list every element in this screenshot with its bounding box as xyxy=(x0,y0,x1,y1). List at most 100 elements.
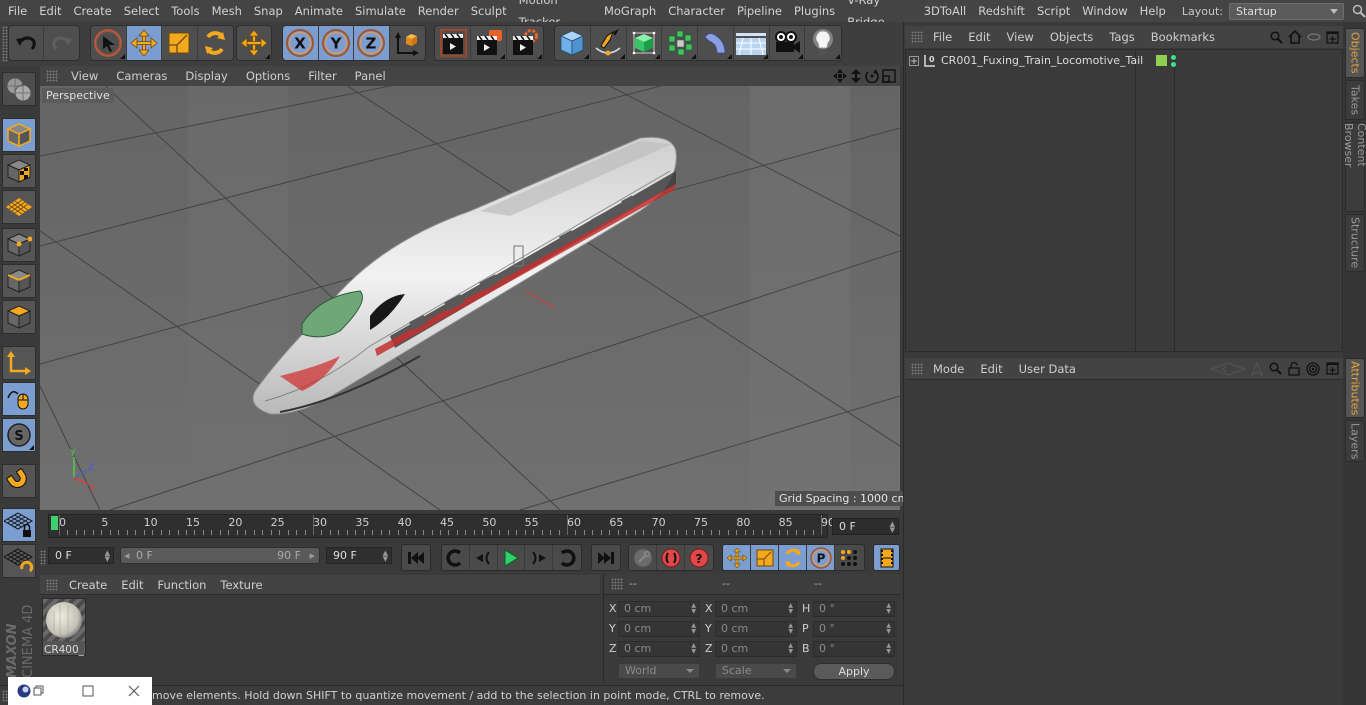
menu-window[interactable]: Window xyxy=(1076,0,1133,22)
make-editable-button[interactable] xyxy=(2,72,36,106)
x-axis-lock-button[interactable]: X xyxy=(283,26,319,60)
key-parameter-button[interactable]: P xyxy=(807,545,835,570)
object-menu-bookmarks[interactable]: Bookmarks xyxy=(1143,30,1223,44)
coordinate-system-button[interactable] xyxy=(390,26,425,60)
panel-grip-icon[interactable] xyxy=(911,362,923,375)
cube-button[interactable] xyxy=(555,26,591,60)
rotation-b-field[interactable]: 0 ° ▲ ▼ xyxy=(813,641,895,657)
tab-takes[interactable]: Takes xyxy=(1345,80,1365,120)
position-y-field[interactable]: 0 cm ▲ ▼ xyxy=(618,621,700,637)
object-name[interactable]: CR001_Fuxing_Train_Locomotive_Tail xyxy=(941,54,1143,67)
tab-layers[interactable]: Layers xyxy=(1345,420,1365,462)
menu-sculpt[interactable]: Sculpt xyxy=(465,0,513,22)
undo-button[interactable] xyxy=(9,26,45,60)
maximize-view-icon[interactable] xyxy=(882,69,896,83)
panel-grip-icon[interactable] xyxy=(46,578,58,591)
viewport-menu-cameras[interactable]: Cameras xyxy=(107,69,176,83)
snap-button[interactable] xyxy=(2,464,36,498)
material-item[interactable]: CR400_F xyxy=(42,598,86,656)
bend-deformer-button[interactable] xyxy=(698,26,734,60)
panel-grip-icon[interactable] xyxy=(611,578,623,590)
max-time-field[interactable]: 90 F ▲ ▼ xyxy=(326,547,392,564)
spinner-arrows-icon[interactable]: ▲ ▼ xyxy=(105,550,110,563)
viewport-menu-view[interactable]: View xyxy=(62,69,107,83)
panel-grip-icon[interactable] xyxy=(46,70,58,82)
expand-icon[interactable] xyxy=(909,55,919,66)
size-y-field[interactable]: 0 cm ▲ ▼ xyxy=(715,621,797,637)
pan-icon[interactable] xyxy=(833,69,847,83)
spinner-arrows-icon[interactable]: ▲ ▼ xyxy=(886,643,891,655)
current-frame-marker[interactable] xyxy=(51,516,58,530)
viewport-menu-panel[interactable]: Panel xyxy=(346,69,395,83)
menu-animate[interactable]: Animate xyxy=(289,0,349,22)
attribute-menu-mode[interactable]: Mode xyxy=(925,362,972,376)
coordinate-space-dropdown[interactable]: World xyxy=(618,663,700,679)
restore-icon[interactable] xyxy=(33,685,45,697)
axis-mode-button[interactable] xyxy=(2,346,36,380)
scale-tool-button[interactable] xyxy=(162,26,198,60)
workplane-lock-button[interactable] xyxy=(2,508,36,542)
model-mode-button[interactable] xyxy=(2,118,36,152)
next-frame-button[interactable] xyxy=(525,545,554,570)
polygons-mode-button[interactable] xyxy=(2,300,36,334)
range-right-arrow-icon[interactable]: ▸ xyxy=(309,548,315,563)
up-arrow-icon[interactable] xyxy=(1251,361,1263,376)
redo-button[interactable] xyxy=(44,26,79,60)
z-axis-lock-button[interactable]: Z xyxy=(354,26,390,60)
previous-frame-button[interactable] xyxy=(470,545,498,570)
dolly-icon[interactable] xyxy=(850,69,862,83)
pen-spline-button[interactable] xyxy=(591,26,627,60)
camera-button[interactable] xyxy=(770,26,806,60)
spinner-arrows-icon[interactable]: ▲ ▼ xyxy=(788,623,793,635)
menu-script[interactable]: Script xyxy=(1031,0,1076,22)
lock-icon[interactable] xyxy=(1288,361,1300,376)
recent-move-tool-button[interactable] xyxy=(237,26,271,60)
home-icon[interactable] xyxy=(1288,30,1302,44)
live-selection-button[interactable] xyxy=(91,26,127,60)
object-menu-view[interactable]: View xyxy=(999,30,1042,44)
render-view-button[interactable] xyxy=(435,26,471,60)
go-to-start-button[interactable] xyxy=(402,545,430,570)
viewport-menu-options[interactable]: Options xyxy=(237,69,299,83)
next-key-button[interactable] xyxy=(553,545,581,570)
range-left-arrow-icon[interactable]: ◂ xyxy=(124,548,130,563)
tab-objects[interactable]: Objects xyxy=(1345,28,1365,78)
menu-file[interactable]: File xyxy=(0,0,33,22)
menu-mograph[interactable]: MoGraph xyxy=(598,0,662,22)
rotation-h-field[interactable]: 0 ° ▲ ▼ xyxy=(813,601,895,617)
spinner-arrows-icon[interactable]: ▲ ▼ xyxy=(788,603,793,615)
back-arrow-icon[interactable] xyxy=(1211,361,1245,376)
render-settings-button[interactable] xyxy=(507,26,543,60)
search-icon[interactable] xyxy=(1269,362,1282,375)
rotate-tool-button[interactable] xyxy=(198,26,233,60)
object-menu-file[interactable]: File xyxy=(925,30,960,44)
spinner-arrows-icon[interactable]: ▲ ▼ xyxy=(691,643,696,655)
key-rotation-button[interactable] xyxy=(779,545,807,570)
spinner-arrows-icon[interactable]: ▲ ▼ xyxy=(886,603,891,615)
tab-content-browser[interactable]: Content Browser xyxy=(1342,122,1366,212)
object-menu-edit[interactable]: Edit xyxy=(960,30,998,44)
size-mode-dropdown[interactable]: Scale xyxy=(715,663,797,679)
link-icon[interactable] xyxy=(1307,32,1321,42)
panel-grip-icon[interactable] xyxy=(40,550,46,566)
min-time-field[interactable]: 0 F ▲ ▼ xyxy=(48,547,114,564)
key-pla-button[interactable] xyxy=(835,545,863,570)
menu-select[interactable]: Select xyxy=(118,0,165,22)
move-tool-button[interactable] xyxy=(126,26,162,60)
orbit-icon[interactable] xyxy=(865,69,879,83)
menu-create[interactable]: Create xyxy=(68,0,118,22)
spinner-arrows-icon[interactable]: ▲ ▼ xyxy=(890,521,895,534)
viewport-menu-filter[interactable]: Filter xyxy=(299,69,345,83)
tab-attributes[interactable]: Attributes xyxy=(1345,358,1365,418)
attribute-menu-edit[interactable]: Edit xyxy=(972,362,1010,376)
material-menu-texture[interactable]: Texture xyxy=(213,578,269,592)
close-icon[interactable] xyxy=(128,685,140,697)
menu-edit[interactable]: Edit xyxy=(33,0,67,22)
tweak-mode-button[interactable] xyxy=(2,382,36,416)
object-menu-tags[interactable]: Tags xyxy=(1101,30,1142,44)
object-row[interactable]: 0 CR001_Fuxing_Train_Locomotive_Tail xyxy=(906,51,1177,70)
cloner-button[interactable] xyxy=(662,26,698,60)
edges-mode-button[interactable] xyxy=(2,264,36,298)
menu-render[interactable]: Render xyxy=(412,0,465,22)
menu-plugins[interactable]: Plugins xyxy=(788,0,841,22)
